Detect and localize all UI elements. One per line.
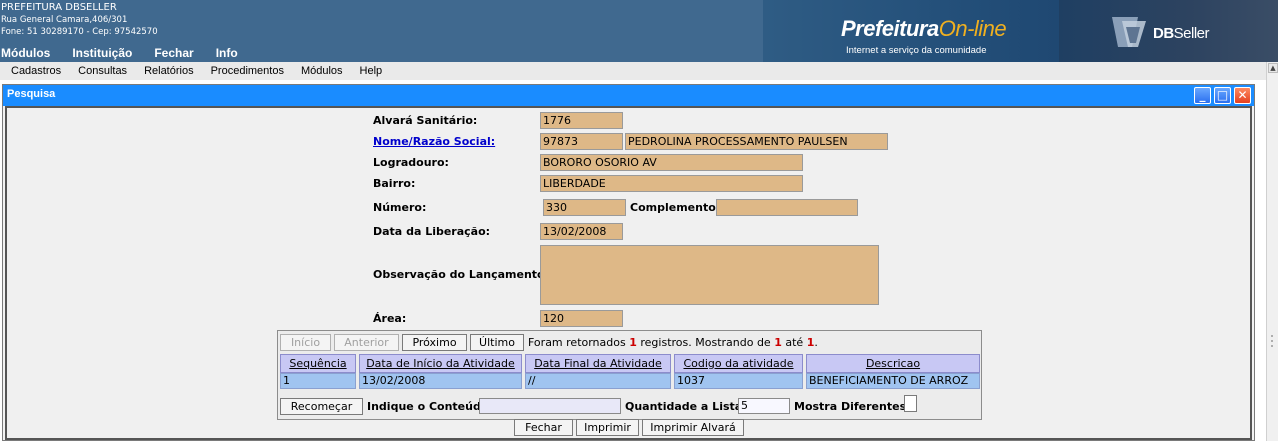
window-title: Pesquisa — [7, 88, 56, 100]
dbseller-logo-icon — [1112, 17, 1146, 47]
alvara-field[interactable]: 1776 — [540, 112, 623, 129]
complemento-label: Complemento: — [630, 201, 721, 214]
close-button[interactable]: ✕ — [1234, 87, 1251, 104]
org-contact: Fone: 51 30289170 - Cep: 97542570 — [1, 27, 158, 37]
header-codigo[interactable]: Codigo da atividade — [674, 354, 803, 373]
page-scrollbar[interactable]: ▲ — [1266, 62, 1278, 441]
area-field[interactable]: 120 — [540, 310, 623, 327]
recomecar-button[interactable]: Recomeçar — [280, 398, 363, 415]
main-menu: Módulos Instituição Fechar Info — [0, 46, 260, 62]
brand-accent: On-line — [938, 16, 1007, 41]
brand-main: Prefeitura — [841, 16, 939, 41]
alvara-label: Alvará Sanitário: — [373, 114, 478, 127]
logradouro-field[interactable]: BORORO OSORIO AV — [540, 154, 803, 171]
sub-menu: Cadastros Consultas Relatórios Procedime… — [0, 62, 1266, 80]
data-liberacao-label: Data da Liberação: — [373, 225, 491, 238]
org-address: Rua General Camara,406/301 — [1, 15, 128, 25]
logradouro-label: Logradouro: — [373, 156, 449, 169]
last-page-button[interactable]: Último — [470, 334, 524, 351]
submenu-help[interactable]: Help — [360, 65, 383, 77]
submenu-consultas[interactable]: Consultas — [78, 65, 127, 77]
bairro-field[interactable]: LIBERDADE — [540, 175, 803, 192]
diferentes-label: Mostra Diferentes: — [794, 400, 911, 413]
menu-fechar[interactable]: Fechar — [154, 46, 193, 62]
close-icon: ✕ — [1237, 88, 1248, 102]
results-status: Foram retornados 1 registros. Mostrando … — [528, 336, 818, 349]
menu-modulos[interactable]: Módulos — [1, 46, 50, 62]
maximize-button[interactable]: □ — [1214, 87, 1231, 104]
status-ate: até — [785, 336, 804, 349]
maximize-icon: □ — [1216, 88, 1229, 102]
previous-page-button[interactable]: Anterior — [334, 334, 399, 351]
status-end: . — [814, 336, 818, 349]
numero-label: Número: — [373, 201, 427, 214]
diferentes-checkbox[interactable] — [904, 395, 917, 412]
prefeitura-online-logo: PrefeituraOn-line — [841, 16, 1007, 42]
org-info: PREFEITURA DBSELLER Rua General Camara,4… — [1, 2, 158, 38]
area-label: Área: — [373, 312, 407, 325]
submenu-cadastros[interactable]: Cadastros — [11, 65, 61, 77]
minimize-icon: _ — [1199, 88, 1206, 102]
numero-field[interactable]: 330 — [543, 199, 626, 216]
quantidade-input[interactable]: 5 — [738, 398, 790, 414]
complemento-field[interactable] — [716, 199, 858, 216]
header-data-inicio[interactable]: Data de Início da Atividade — [359, 354, 522, 373]
imprimir-button[interactable]: Imprimir — [576, 419, 639, 436]
table-cell[interactable]: 1037 — [674, 373, 803, 389]
vendor-rest: Seller — [1173, 25, 1210, 42]
header-data-final[interactable]: Data Final da Atividade — [525, 354, 671, 373]
table-cell[interactable]: BENEFICIAMENTO DE ARROZ — [806, 373, 980, 389]
header-descricao[interactable]: Descricao — [806, 354, 980, 373]
fechar-button[interactable]: Fechar — [514, 419, 573, 436]
quantidade-label: Quantidade a Listar: — [625, 400, 753, 413]
minimize-button[interactable]: _ — [1194, 87, 1211, 104]
table-cell[interactable]: 1 — [280, 373, 356, 389]
vendor-bold: DB — [1153, 25, 1174, 42]
header-sequencia[interactable]: Sequência — [280, 354, 356, 373]
status-count: 1 — [629, 336, 637, 349]
org-name: PREFEITURA DBSELLER — [1, 2, 117, 13]
conteudo-label: Indique o Conteúdo: — [367, 400, 493, 413]
menu-instituicao[interactable]: Instituição — [72, 46, 132, 62]
nome-link[interactable]: Nome/Razão Social: — [373, 135, 495, 148]
submenu-procedimentos[interactable]: Procedimentos — [211, 65, 284, 77]
conteudo-input[interactable] — [479, 398, 621, 414]
data-liberacao-field[interactable]: 13/02/2008 — [540, 223, 623, 240]
scroll-up-icon[interactable]: ▲ — [1268, 63, 1278, 73]
dbseller-logo: DBSeller — [1153, 25, 1210, 42]
nome-field[interactable]: PEDROLINA PROCESSAMENTO PAULSEN — [625, 133, 888, 150]
status-from: 1 — [774, 336, 782, 349]
table-cell[interactable]: 13/02/2008 — [359, 373, 522, 389]
submenu-relatorios[interactable]: Relatórios — [144, 65, 194, 77]
status-prefix: Foram retornados — [528, 336, 626, 349]
window-titlebar[interactable]: Pesquisa _ □ ✕ — [3, 85, 1254, 106]
observacao-label: Observação do Lançamento: — [373, 268, 550, 281]
nome-code-field[interactable]: 97873 — [540, 133, 623, 150]
submenu-modulos[interactable]: Módulos — [301, 65, 343, 77]
observacao-textarea[interactable] — [540, 245, 879, 305]
menu-info[interactable]: Info — [216, 46, 238, 62]
first-page-button[interactable]: Início — [280, 334, 331, 351]
top-banner: PREFEITURA DBSELLER Rua General Camara,4… — [0, 0, 1278, 62]
bairro-label: Bairro: — [373, 177, 416, 190]
table-cell[interactable]: // — [525, 373, 671, 389]
imprimir-alvara-button[interactable]: Imprimir Alvará — [642, 419, 744, 436]
resize-grip-icon[interactable] — [1266, 332, 1278, 352]
status-mid: registros. Mostrando de — [640, 336, 771, 349]
next-page-button[interactable]: Próximo — [402, 334, 467, 351]
brand-tagline: Internet a serviço da comunidade — [846, 45, 987, 56]
